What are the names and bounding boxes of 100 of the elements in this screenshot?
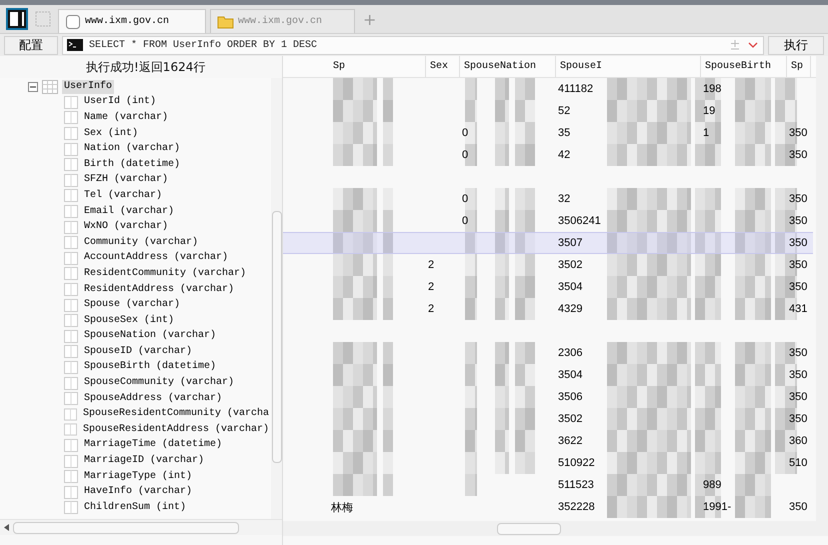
tree-item[interactable]: UserId (int): [82, 95, 158, 110]
tree-item[interactable]: Birth (datetime): [82, 158, 182, 172]
table-row[interactable]: 2 3504 350: [283, 276, 813, 298]
tree-item[interactable]: WxNO (varchar): [82, 220, 170, 234]
table-row[interactable]: 411182 198: [283, 78, 813, 100]
table-cell: 510922: [558, 457, 595, 469]
vertical-scrollbar[interactable]: [816, 56, 828, 521]
column-icon: [64, 111, 78, 124]
column-header[interactable]: SpouseI: [556, 56, 701, 77]
tree-item[interactable]: Name (varchar): [82, 110, 170, 125]
table-row[interactable]: 0 32 350: [283, 188, 813, 210]
table-cell: 350: [789, 149, 808, 161]
column-icon: [64, 486, 78, 499]
table-row[interactable]: 0 42 350: [283, 144, 813, 166]
table-cell: 350: [789, 215, 808, 227]
table-cell: 3504: [558, 281, 582, 293]
table-cell: 350: [789, 347, 808, 359]
column-icon: [64, 298, 78, 312]
table-cell: 511523: [558, 479, 594, 491]
tree-item[interactable]: SpouseCommunity (varchar): [82, 376, 236, 390]
table-cell: 350: [789, 237, 808, 249]
table-cell: 350: [789, 413, 808, 425]
tree-item[interactable]: SpouseID (varchar): [82, 344, 194, 359]
column-icon: [64, 189, 78, 202]
column-header[interactable]: SpouseBirth: [701, 56, 787, 77]
table-row[interactable]: 2306 350: [283, 342, 813, 364]
tree-item[interactable]: ResidentCommunity (varchar): [82, 266, 248, 281]
tab[interactable]: www.ixm.gov.cn: [58, 9, 206, 33]
table-row[interactable]: 2 3502 350: [283, 254, 813, 276]
column-icon: [64, 376, 78, 390]
table-cell: 360: [789, 435, 808, 447]
run-button[interactable]: 执行: [768, 36, 824, 54]
table-cell: 3502: [558, 413, 582, 425]
vertical-scrollbar[interactable]: [271, 78, 282, 519]
table-cell: 352228: [558, 501, 595, 513]
tree-item[interactable]: SpouseNation (varchar): [82, 329, 218, 344]
scroll-left-icon[interactable]: [4, 524, 9, 531]
tree-item[interactable]: MarriageID (varchar): [82, 454, 206, 468]
horizontal-scrollbar[interactable]: [0, 519, 282, 535]
table-cell: 350: [789, 369, 808, 381]
tree-item[interactable]: ResidentAddress (varchar): [82, 282, 236, 297]
tree-item[interactable]: SpouseResidentCommunity (varcha: [80, 407, 271, 422]
column-icon: [64, 236, 78, 250]
plus-minus-icon[interactable]: [729, 39, 741, 51]
table-cell: 350: [789, 281, 808, 293]
status-text: 执行成功!返回1624行: [86, 58, 206, 76]
table-row[interactable]: 2 4329 431: [283, 298, 813, 320]
tree-item[interactable]: Nation (varchar): [82, 142, 182, 156]
table-row[interactable]: 林梅 352228 1991- 350: [283, 496, 813, 518]
column-icon: [64, 314, 78, 328]
collapse-icon[interactable]: [28, 82, 38, 92]
table-row[interactable]: 510922 510: [283, 452, 813, 474]
column-header[interactable]: Sp: [787, 56, 811, 77]
tree-item[interactable]: SpouseSex (int): [82, 314, 176, 328]
column-icon: [64, 345, 78, 358]
table-row[interactable]: 0 35 1 350: [283, 122, 813, 144]
tree-item[interactable]: AccountAddress (varchar): [82, 251, 230, 266]
tree-item[interactable]: UserInfo: [62, 80, 114, 94]
tree-item[interactable]: SpouseBirth (datetime): [82, 360, 218, 374]
query-input[interactable]: SELECT * FROM UserInfo ORDER BY 1 DESC: [89, 37, 723, 53]
tree-item[interactable]: Community (varchar): [82, 236, 200, 250]
tree-item[interactable]: HaveInfo (varchar): [82, 485, 194, 500]
table-cell: 350: [789, 501, 808, 513]
table-cell: 198: [703, 83, 722, 95]
tree-item[interactable]: SpouseResidentAddress (varchar): [80, 422, 271, 437]
column-header[interactable]: Sex: [426, 56, 460, 77]
tree-item[interactable]: SFZH (varchar): [82, 173, 170, 188]
tree-item[interactable]: Sex (int): [82, 126, 140, 141]
table-row[interactable]: 52 19: [283, 100, 813, 122]
tree-item[interactable]: MarriageTime (datetime): [82, 438, 224, 452]
table-cell: 3506241: [558, 215, 601, 227]
table-cell: 52: [558, 105, 570, 117]
table-cell: 431: [789, 303, 808, 315]
table-row[interactable]: 0 3506241 350: [283, 210, 813, 232]
table-row[interactable]: 511523 989: [283, 474, 813, 496]
column-icon: [64, 408, 77, 421]
tree-item[interactable]: SpouseAddress (varchar): [82, 392, 224, 406]
horizontal-scrollbar[interactable]: [283, 521, 828, 536]
config-button[interactable]: 配置: [4, 36, 58, 54]
column-icon: [64, 205, 78, 218]
table-cell: 0: [462, 193, 468, 205]
column-icon: [64, 158, 78, 172]
table-row[interactable]: 3504 350: [283, 364, 813, 386]
table-cell-text: 林梅: [331, 500, 353, 514]
column-header[interactable]: SpouseNation: [460, 56, 556, 77]
column-icon: [64, 142, 78, 156]
column-header[interactable]: Sp: [329, 56, 426, 77]
query-field[interactable]: SELECT * FROM UserInfo ORDER BY 1 DESC: [62, 36, 764, 54]
tree-item[interactable]: MarriageType (int): [82, 470, 194, 484]
tree-item[interactable]: Spouse (varchar): [82, 298, 182, 312]
table-cell: 3506: [558, 391, 582, 403]
column-icon: [64, 454, 78, 468]
tree-item[interactable]: Email (varchar): [82, 204, 176, 219]
tree-item[interactable]: ChildrenSum (int): [82, 500, 188, 515]
table-row[interactable]: 3507 350: [283, 232, 813, 254]
table-row[interactable]: 3622 360: [283, 430, 813, 452]
table-row[interactable]: 3502 350: [283, 408, 813, 430]
sidebar-toggle-icon[interactable]: [6, 8, 28, 30]
table-row[interactable]: 3506 350: [283, 386, 813, 408]
tree-item[interactable]: Tel (varchar): [82, 188, 164, 203]
